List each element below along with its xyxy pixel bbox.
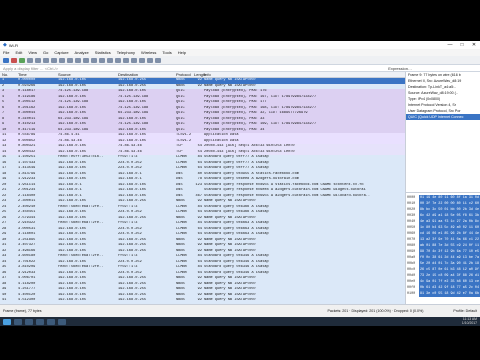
window-title: Wi-Fi [8,42,19,48]
expression-button[interactable]: Expression… [388,66,412,71]
wireshark-task-icon[interactable] [58,318,66,325]
menu-statistics[interactable]: Statistics [95,50,111,55]
packet-no: 41 [2,298,7,302]
clock-date: 1/10/2017 [461,320,477,325]
autoscroll-icon[interactable] [115,57,121,63]
packet-row[interactable]: 41 4.512300 192.168.0.105 192.168.0.255 NBNS… [0,298,405,304]
menu-capture[interactable]: Capture [54,50,68,55]
menu-go[interactable]: Go [43,50,48,55]
colorize-icon[interactable] [123,57,129,63]
explorer-icon[interactable] [36,318,44,325]
col-info-header[interactable]: Info [204,72,405,77]
status-profile[interactable]: Profile: Default [453,309,477,313]
menu-wireless[interactable]: Wireless [141,50,156,55]
col-source-header[interactable]: Source [58,72,118,77]
detail-tree-item[interactable]: QUIC (Quick UDP Internet Connec [406,114,480,120]
col-protocol-header[interactable]: Protocol [176,72,194,77]
start-capture-icon[interactable] [3,57,9,63]
video-frame: ◆ Wi-Fi — □ ✕ File Edit View Go Capture … [0,0,480,360]
status-packets: Packets: 201 · Displayed: 201 (100.0%) ·… [327,309,424,313]
go-first-icon[interactable] [99,57,105,63]
display-filter-bar: Apply a display filter … <Ctrl-/> Expres… [0,64,480,72]
menu-edit[interactable]: Edit [15,50,22,55]
packet-protocol: NBNS [176,298,185,302]
go-last-icon[interactable] [107,57,113,63]
capture-options-icon[interactable] [27,57,33,63]
zoom-normal-icon[interactable] [147,57,153,63]
menu-bar: File Edit View Go Capture Analyze Statis… [0,49,480,56]
packet-list[interactable]: No. Time Source Destination Protocol Len… [0,72,405,304]
menu-tools[interactable]: Tools [162,50,171,55]
packet-destination: 192.168.0.255 [118,298,147,302]
go-to-packet-icon[interactable] [91,57,97,63]
search-icon[interactable] [14,318,22,325]
start-icon[interactable] [3,318,11,325]
close-button[interactable]: ✕ [468,42,480,48]
go-forward-icon[interactable] [83,57,89,63]
task-view-icon[interactable] [25,318,33,325]
windows-taskbar: 11:13 AM 1/10/2017 [0,317,480,326]
packet-source: 192.168.0.105 [58,298,87,302]
close-file-icon[interactable] [51,57,57,63]
packet-details-pane: Frame 9: 77 bytes on wire (616 b Ethernet… [405,72,480,192]
packet-rows: 1 0.000000 192.168.0.105 192.168.0.255 NBNS 9… [0,78,405,304]
reload-icon[interactable] [59,57,65,63]
status-left: Frame (frame), 77 bytes [3,309,42,313]
restart-capture-icon[interactable] [19,57,25,63]
maximize-button[interactable]: □ [456,42,468,48]
status-bar: Frame (frame), 77 bytes Packets: 201 · D… [0,304,480,317]
main-toolbar [0,56,480,64]
title-bar: ◆ Wi-Fi — □ ✕ [0,41,480,49]
bytes-hex: 81 3e c0 55 18 9d 42 e7 0a 6b [418,291,480,297]
save-file-icon[interactable] [43,57,49,63]
bytes-row[interactable]: 0100 81 3e c0 55 18 9d 42 e7 0a 6b [406,291,480,297]
stop-capture-icon[interactable] [11,57,17,63]
zoom-in-icon[interactable] [131,57,137,63]
menu-view[interactable]: View [28,50,37,55]
menu-analyze[interactable]: Analyze [75,50,89,55]
display-filter-input[interactable]: Apply a display filter … <Ctrl-/> [3,66,58,71]
browser-icon[interactable] [47,318,55,325]
menu-file[interactable]: File [3,50,9,55]
menu-telephony[interactable]: Telephony [117,50,135,55]
app-shark-icon: ◆ [3,42,7,48]
find-packet-icon[interactable] [67,57,73,63]
packet-bytes-pane: 0000 01 19 4e 80 11 60 8f 1a 31 0d 0010 00 … [405,192,480,304]
col-length-header[interactable]: Length [194,72,206,77]
packet-length: 92 [197,298,202,302]
col-time-header[interactable]: Time [18,72,58,77]
packet-time: 4.512300 [18,298,36,302]
col-no-header[interactable]: No. [0,72,18,77]
minimize-button[interactable]: — [444,42,456,48]
zoom-out-icon[interactable] [139,57,145,63]
system-clock[interactable]: 11:13 AM 1/10/2017 [461,317,477,325]
menu-help[interactable]: Help [178,50,186,55]
wireshark-window: ◆ Wi-Fi — □ ✕ File Edit View Go Capture … [0,41,480,317]
go-back-icon[interactable] [75,57,81,63]
packet-info: Name query NB ISATAP<00> [204,298,256,302]
bytes-offset: 0100 [407,292,416,296]
resize-columns-icon[interactable] [155,57,161,63]
open-file-icon[interactable] [35,57,41,63]
col-destination-header[interactable]: Destination [118,72,176,77]
